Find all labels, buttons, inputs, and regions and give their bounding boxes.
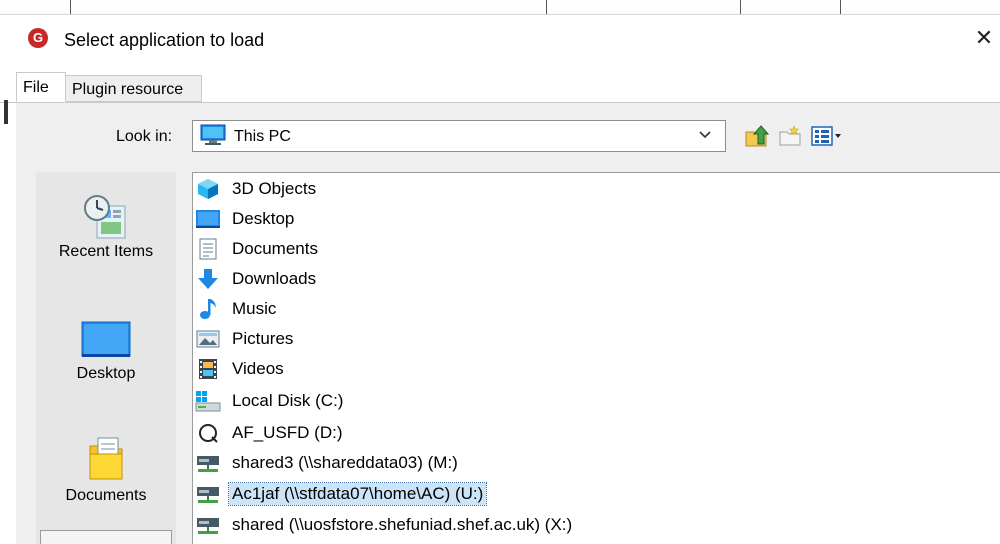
videos-icon [194, 357, 222, 381]
recent-items-icon [36, 192, 176, 242]
music-icon [194, 297, 222, 321]
list-item-local-disk[interactable]: Local Disk (C:) [194, 386, 346, 416]
list-item-pictures[interactable]: Pictures [194, 324, 296, 354]
place-recent-items[interactable]: Recent Items [36, 192, 176, 262]
look-in-label: Look in: [116, 128, 173, 145]
look-in-value: This PC [234, 128, 291, 145]
downloads-icon [194, 267, 222, 291]
background-window-strip [0, 0, 1000, 15]
background-divider [70, 0, 71, 14]
app-logo-icon: G [28, 28, 48, 48]
3d-objects-icon [194, 177, 222, 201]
list-item-ac1jaf[interactable]: Ac1jaf (\\stfdata07\home\AC) (U:) [194, 479, 488, 509]
list-item-music[interactable]: Music [194, 294, 279, 324]
computer-icon [200, 124, 226, 146]
list-item-af-usfd[interactable]: AF_USFD (D:) [194, 418, 346, 448]
background-divider [740, 0, 741, 14]
place-documents[interactable]: Documents [36, 434, 176, 506]
close-button[interactable]: ✕ [968, 22, 1000, 56]
list-item-desktop[interactable]: Desktop [194, 204, 297, 234]
list-item-label: shared (\\uosfstore.shefuniad.shef.ac.uk… [232, 515, 573, 534]
new-folder-icon[interactable] [778, 122, 804, 150]
list-item-label: 3D Objects [232, 179, 317, 198]
list-item-label: shared3 (\\shareddata03) (M:) [232, 453, 458, 472]
list-item-label: Downloads [232, 269, 317, 288]
list-item-shared[interactable]: shared (\\uosfstore.shefuniad.shef.ac.uk… [194, 510, 575, 540]
list-item-label: Ac1jaf (\\stfdata07\home\AC) (U:) [227, 482, 488, 506]
window-edge [4, 100, 8, 124]
place-label: Documents [65, 487, 147, 504]
list-item-label: Local Disk (C:) [232, 391, 344, 410]
desktop-icon [36, 318, 176, 364]
desktop-icon [194, 207, 222, 231]
place-desktop[interactable]: Desktop [36, 318, 176, 384]
list-item-label: AF_USFD (D:) [232, 423, 343, 442]
documents-icon [36, 434, 176, 486]
tab-plugin-resource[interactable]: Plugin resource [66, 75, 202, 102]
local-disk-icon [194, 389, 222, 413]
pictures-icon [194, 327, 222, 351]
list-item-3d-objects[interactable]: 3D Objects [194, 174, 319, 204]
up-one-level-icon[interactable] [742, 122, 772, 150]
list-item-shared3[interactable]: shared3 (\\shareddata03) (M:) [194, 448, 461, 478]
list-item-downloads[interactable]: Downloads [194, 264, 319, 294]
network-drive-icon [194, 513, 222, 537]
chevron-down-icon[interactable] [690, 122, 720, 150]
network-drive-icon [194, 451, 222, 475]
tab-file[interactable]: File [16, 72, 66, 102]
network-drive-icon [194, 482, 222, 506]
list-item-videos[interactable]: Videos [194, 354, 287, 384]
list-item-label: Videos [232, 359, 284, 378]
list-item-label: Documents [232, 239, 318, 258]
background-divider [840, 0, 841, 14]
list-item-label: Desktop [232, 209, 295, 228]
place-label: Desktop [76, 365, 136, 382]
list-item-documents[interactable]: Documents [194, 234, 321, 264]
documents-icon [194, 237, 222, 261]
dialog-title: Select application to load [64, 30, 265, 50]
background-divider [546, 0, 547, 14]
view-menu-icon[interactable] [810, 122, 844, 150]
place-more-button[interactable] [40, 530, 172, 544]
place-label: Recent Items [58, 243, 154, 260]
optical-drive-icon [194, 421, 222, 445]
list-item-label: Pictures [232, 329, 294, 348]
list-item-label: Music [232, 299, 277, 318]
